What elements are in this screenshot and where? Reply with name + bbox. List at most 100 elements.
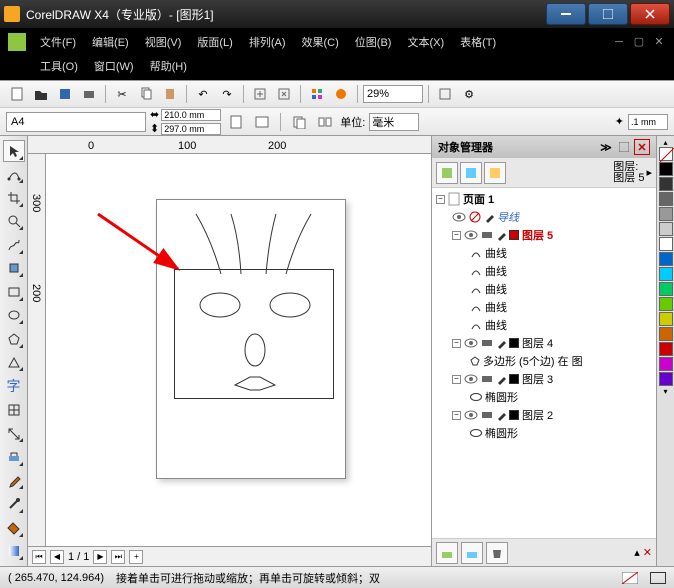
page-height-input[interactable] [161,123,221,135]
pen-icon[interactable] [496,409,506,421]
layer-color-icon[interactable] [509,374,519,384]
color-swatch[interactable] [659,252,673,266]
no-fill-swatch[interactable] [659,147,673,161]
page-width-input[interactable] [161,109,221,121]
color-swatch[interactable] [659,177,673,191]
move-up-icon[interactable]: ▴ [634,546,640,559]
landscape-button[interactable] [251,111,273,133]
polygon-object[interactable]: 多边形 (5个边) 在 图 [483,353,583,369]
show-properties-button[interactable] [436,162,458,184]
pages-button[interactable] [288,111,310,133]
text-tool[interactable]: 字 [3,375,25,397]
eye-icon[interactable] [464,230,478,240]
palette-down-button[interactable]: ▾ [663,387,667,396]
menu-arrange[interactable]: 排列(A) [241,31,294,53]
prev-page-button[interactable]: ◀ [50,550,64,564]
layer-4-node[interactable]: 图层 4 [522,335,553,351]
crop-tool[interactable] [3,187,25,209]
expander-icon[interactable]: − [452,411,461,420]
canvas[interactable] [46,154,431,546]
copy-button[interactable] [135,83,157,105]
open-button[interactable] [30,83,52,105]
color-swatch[interactable] [659,222,673,236]
polygon-tool[interactable] [3,328,25,350]
curve-object[interactable]: 曲线 [485,281,507,297]
color-swatch[interactable] [659,342,673,356]
no-print-icon[interactable] [469,211,481,223]
interactive-fill-tool[interactable] [3,541,25,563]
menu-view[interactable]: 视图(V) [137,31,190,53]
page-node[interactable]: 页面 1 [463,191,494,207]
delete-button[interactable] [486,542,508,564]
ellipse-object[interactable]: 椭圆形 [485,389,518,405]
smart-fill-tool[interactable] [3,258,25,280]
print-button[interactable] [78,83,100,105]
pen-icon[interactable] [496,337,506,349]
fill-indicator-icon[interactable] [622,572,638,584]
new-button[interactable] [6,83,28,105]
menu-text[interactable]: 文本(X) [399,31,452,53]
color-swatch[interactable] [659,357,673,371]
docker-collapse-button[interactable] [616,139,632,155]
pick-tool[interactable] [3,140,25,162]
zoom-tool[interactable] [3,211,25,233]
guides-layer[interactable]: 导线 [497,209,519,225]
curve-object[interactable]: 曲线 [485,245,507,261]
next-page-button[interactable]: ▶ [93,550,107,564]
facing-button[interactable] [314,111,336,133]
rectangle-tool[interactable] [3,281,25,303]
outline-tool[interactable] [3,493,25,515]
expander-icon[interactable]: − [452,231,461,240]
expander-icon[interactable]: − [452,375,461,384]
pen-icon[interactable] [496,373,506,385]
eye-icon[interactable] [464,374,478,384]
menu-window[interactable]: 窗口(W) [86,55,142,77]
portrait-button[interactable] [225,111,247,133]
cut-button[interactable]: ✂ [111,83,133,105]
color-swatch[interactable] [659,192,673,206]
menu-help[interactable]: 帮助(H) [142,55,195,77]
layer-2-node[interactable]: 图层 2 [522,407,553,423]
color-swatch[interactable] [659,372,673,386]
color-swatch[interactable] [659,312,673,326]
layer-color-icon[interactable] [509,410,519,420]
new-layer-button[interactable] [436,542,458,564]
maximize-button[interactable] [588,3,628,25]
color-swatch[interactable] [659,237,673,251]
welcome-button[interactable] [330,83,352,105]
color-swatch[interactable] [659,297,673,311]
shape-tool[interactable] [3,164,25,186]
curve-object[interactable]: 曲线 [485,317,507,333]
docker-close-button[interactable]: ✕ [634,139,650,155]
nudge-input[interactable] [628,114,668,130]
print-icon[interactable] [481,230,493,240]
last-page-button[interactable]: ⏭ [111,550,125,564]
freehand-tool[interactable] [3,234,25,256]
edit-across-layers-button[interactable] [460,162,482,184]
color-swatch[interactable] [659,162,673,176]
expander-icon[interactable]: − [452,339,461,348]
page-size-select[interactable] [6,112,146,132]
curve-object[interactable]: 曲线 [485,263,507,279]
pen-icon[interactable] [496,229,506,241]
mdi-close-icon[interactable]: ✕ [652,35,666,49]
color-swatch[interactable] [659,207,673,221]
table-tool[interactable] [3,399,25,421]
palette-up-button[interactable]: ▴ [663,138,667,147]
menu-file[interactable]: 文件(F) [32,31,84,53]
import-button[interactable] [249,83,271,105]
print-icon[interactable] [481,338,493,348]
undo-button[interactable]: ↶ [192,83,214,105]
unit-select[interactable] [369,113,419,131]
print-icon[interactable] [481,374,493,384]
options-button[interactable]: ⚙ [458,83,480,105]
color-swatch[interactable] [659,267,673,281]
interactive-tool[interactable] [3,446,25,468]
docker-menu-button[interactable]: ▸ [646,166,652,179]
layer-color-icon[interactable] [509,230,519,240]
fill-tool[interactable] [3,517,25,539]
color-swatch[interactable] [659,327,673,341]
menu-table[interactable]: 表格(T) [452,31,504,53]
dimension-tool[interactable] [3,423,25,445]
redo-button[interactable]: ↷ [216,83,238,105]
